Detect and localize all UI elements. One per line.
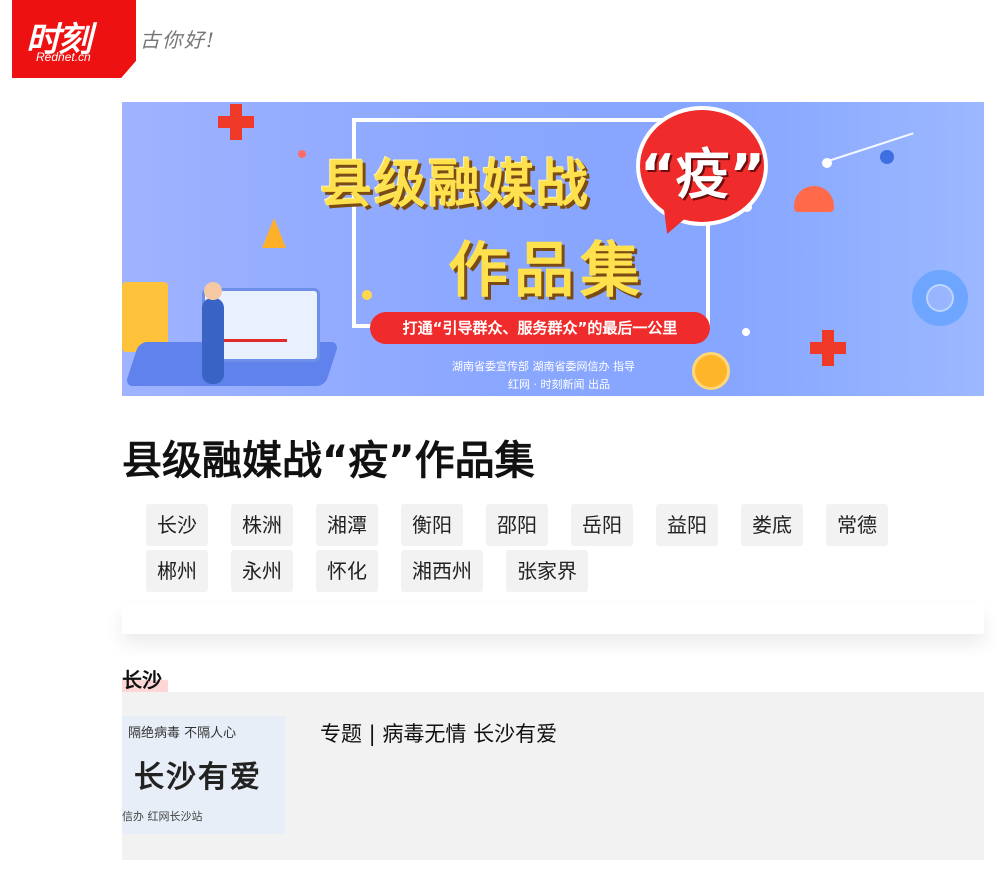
rednet-logo[interactable]: 时刻 Rednet.cn: [12, 0, 136, 78]
logo-domain: Rednet.cn: [36, 50, 91, 64]
region-tag-yiyang[interactable]: 益阳: [656, 504, 718, 546]
clock-icon: [692, 352, 730, 390]
banner-sponsor-line2: 红网 · 时刻新闻 出品: [508, 378, 610, 391]
medical-cross-icon: [810, 330, 860, 380]
medical-cross-icon: [218, 104, 254, 140]
region-tag-yueyang[interactable]: 岳阳: [571, 504, 633, 546]
heart-monitor-icon: [794, 186, 834, 212]
region-tag-changde[interactable]: 常德: [826, 504, 888, 546]
region-tag-chenzhou[interactable]: 郴州: [146, 550, 208, 592]
region-tag-xiangtan[interactable]: 湘潭: [316, 504, 378, 546]
banner-title-line1: 县级融媒战: [320, 155, 591, 215]
region-tag-yongzhou[interactable]: 永州: [231, 550, 293, 592]
article-title-link[interactable]: 专题 | 病毒无情 长沙有爱: [320, 718, 557, 748]
region-tag-zhangjiajie[interactable]: 张家界: [506, 550, 588, 592]
doctor-illustration: [202, 282, 224, 384]
page-title: 县级融媒战“疫”作品集: [122, 438, 535, 484]
tags-divider-shadow: [122, 604, 984, 634]
decor-dot: [298, 150, 306, 158]
article-card[interactable]: 隔绝病毒 不隔人心 长沙有爱 信办 红网长沙站 专题 | 病毒无情 长沙有爱: [122, 692, 984, 860]
region-tag-hengyang[interactable]: 衡阳: [401, 504, 463, 546]
ring-decoration: [912, 270, 968, 326]
region-tag-shaoyang[interactable]: 邵阳: [486, 504, 548, 546]
region-tag-huaihua[interactable]: 怀化: [316, 550, 378, 592]
banner-slogan: 打通“引导群众、服务群众”的最后一公里: [370, 312, 710, 344]
thumbnail-headline: 长沙有爱: [134, 760, 262, 795]
decor-dot: [880, 150, 894, 164]
decor-dot: [742, 328, 750, 336]
thumbnail-caption-bottom: 信办 红网长沙站: [122, 810, 203, 823]
banner-title-quote: “疫”: [640, 143, 765, 206]
region-tag-xiangxi[interactable]: 湘西州: [401, 550, 483, 592]
decor-dot: [822, 158, 832, 168]
article-thumbnail[interactable]: 隔绝病毒 不隔人心 长沙有爱 信办 红网长沙站: [122, 716, 285, 834]
banner-image: 县级融媒战 “疫” 作品集 打通“引导群众、服务群众”的最后一公里 湖南省委宣传…: [122, 102, 984, 396]
section-title: 长沙: [122, 664, 168, 693]
banner-title-line2: 作品集: [448, 236, 646, 306]
region-tag-list: 长沙 株洲 湘潭 衡阳 邵阳 岳阳 益阳 娄底 常德 郴州 永州 怀化 湘西州 …: [146, 504, 966, 592]
banner-sponsor-line1: 湖南省委宣传部 湖南省委网信办 指导: [452, 360, 635, 373]
signature-text: 古你好!: [140, 28, 217, 52]
thumbnail-caption-top: 隔绝病毒 不隔人心: [128, 726, 237, 741]
region-tag-loudi[interactable]: 娄底: [741, 504, 803, 546]
flask-icon: [262, 218, 286, 248]
calligraphy-signature: 古你好!: [140, 16, 232, 60]
speech-bubble: “疫”: [640, 110, 765, 222]
region-tag-zhuzhou[interactable]: 株洲: [231, 504, 293, 546]
region-tag-changsha[interactable]: 长沙: [146, 504, 208, 546]
decor-line: [821, 132, 914, 164]
